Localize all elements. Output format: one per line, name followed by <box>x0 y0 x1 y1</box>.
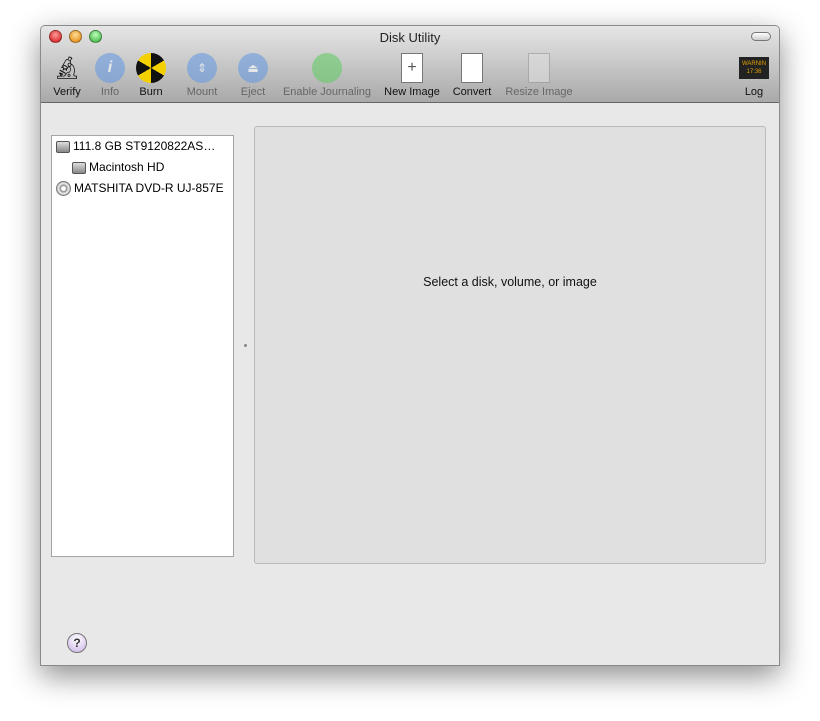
log-button[interactable]: WARNIN 17:36 Log <box>737 53 771 98</box>
detail-pane: Select a disk, volume, or image <box>254 126 766 564</box>
journaling-icon <box>312 53 342 83</box>
split-view-handle[interactable] <box>244 344 247 347</box>
empty-selection-message: Select a disk, volume, or image <box>423 275 597 289</box>
radiation-icon <box>136 53 166 83</box>
hard-disk-icon <box>56 140 70 153</box>
mount-icon: ⇕ <box>187 53 217 83</box>
new-image-label: New Image <box>384 86 440 98</box>
info-button[interactable]: i Info <box>93 53 127 98</box>
verify-button[interactable]: 🔬︎ Verify <box>49 53 85 98</box>
disk-label: 111.8 GB ST9120822AS… <box>73 139 216 153</box>
enable-journaling-button[interactable]: Enable Journaling <box>277 53 377 98</box>
toolbar: Disk Utility 🔬︎ Verify i Info Burn ⇕ Mount … <box>41 26 779 103</box>
convert-icon <box>461 53 483 83</box>
optical-drive-icon <box>56 181 71 196</box>
toolbar-toggle-button[interactable] <box>751 32 771 41</box>
disk-list[interactable]: 111.8 GB ST9120822AS… Macintosh HD MATSH… <box>51 135 234 557</box>
mount-button[interactable]: ⇕ Mount <box>181 53 223 98</box>
new-image-icon: + <box>401 53 423 83</box>
volume-icon <box>72 161 86 174</box>
disk-utility-window: Disk Utility 🔬︎ Verify i Info Burn ⇕ Mount … <box>40 25 780 666</box>
verify-label: Verify <box>53 86 81 98</box>
convert-label: Convert <box>452 86 492 98</box>
help-button[interactable]: ? <box>67 633 87 653</box>
burn-label: Burn <box>139 86 163 98</box>
resize-image-button[interactable]: Resize Image <box>501 53 577 98</box>
log-icon: WARNIN 17:36 <box>739 57 769 79</box>
resize-image-label: Resize Image <box>505 86 573 98</box>
disk-item[interactable]: 111.8 GB ST9120822AS… <box>52 136 233 157</box>
info-label: Info <box>100 86 120 98</box>
volume-item[interactable]: Macintosh HD <box>52 157 233 178</box>
window-title: Disk Utility <box>379 30 441 45</box>
new-image-button[interactable]: + New Image <box>381 53 443 98</box>
burn-button[interactable]: Burn <box>134 53 168 98</box>
volume-label: Macintosh HD <box>89 160 165 174</box>
eject-label: Eject <box>240 86 266 98</box>
enable-journaling-label: Enable Journaling <box>282 86 372 98</box>
microscope-icon: 🔬︎ <box>53 55 81 80</box>
mount-label: Mount <box>186 86 218 98</box>
convert-button[interactable]: Convert <box>449 53 495 98</box>
resize-image-icon <box>528 53 550 83</box>
eject-icon: ⏏ <box>238 53 268 83</box>
optical-drive-label: MATSHITA DVD-R UJ-857E <box>74 181 224 195</box>
eject-button[interactable]: ⏏ Eject <box>235 53 271 98</box>
optical-drive-item[interactable]: MATSHITA DVD-R UJ-857E <box>52 178 233 199</box>
log-label: Log <box>744 86 764 98</box>
info-icon: i <box>95 53 125 83</box>
